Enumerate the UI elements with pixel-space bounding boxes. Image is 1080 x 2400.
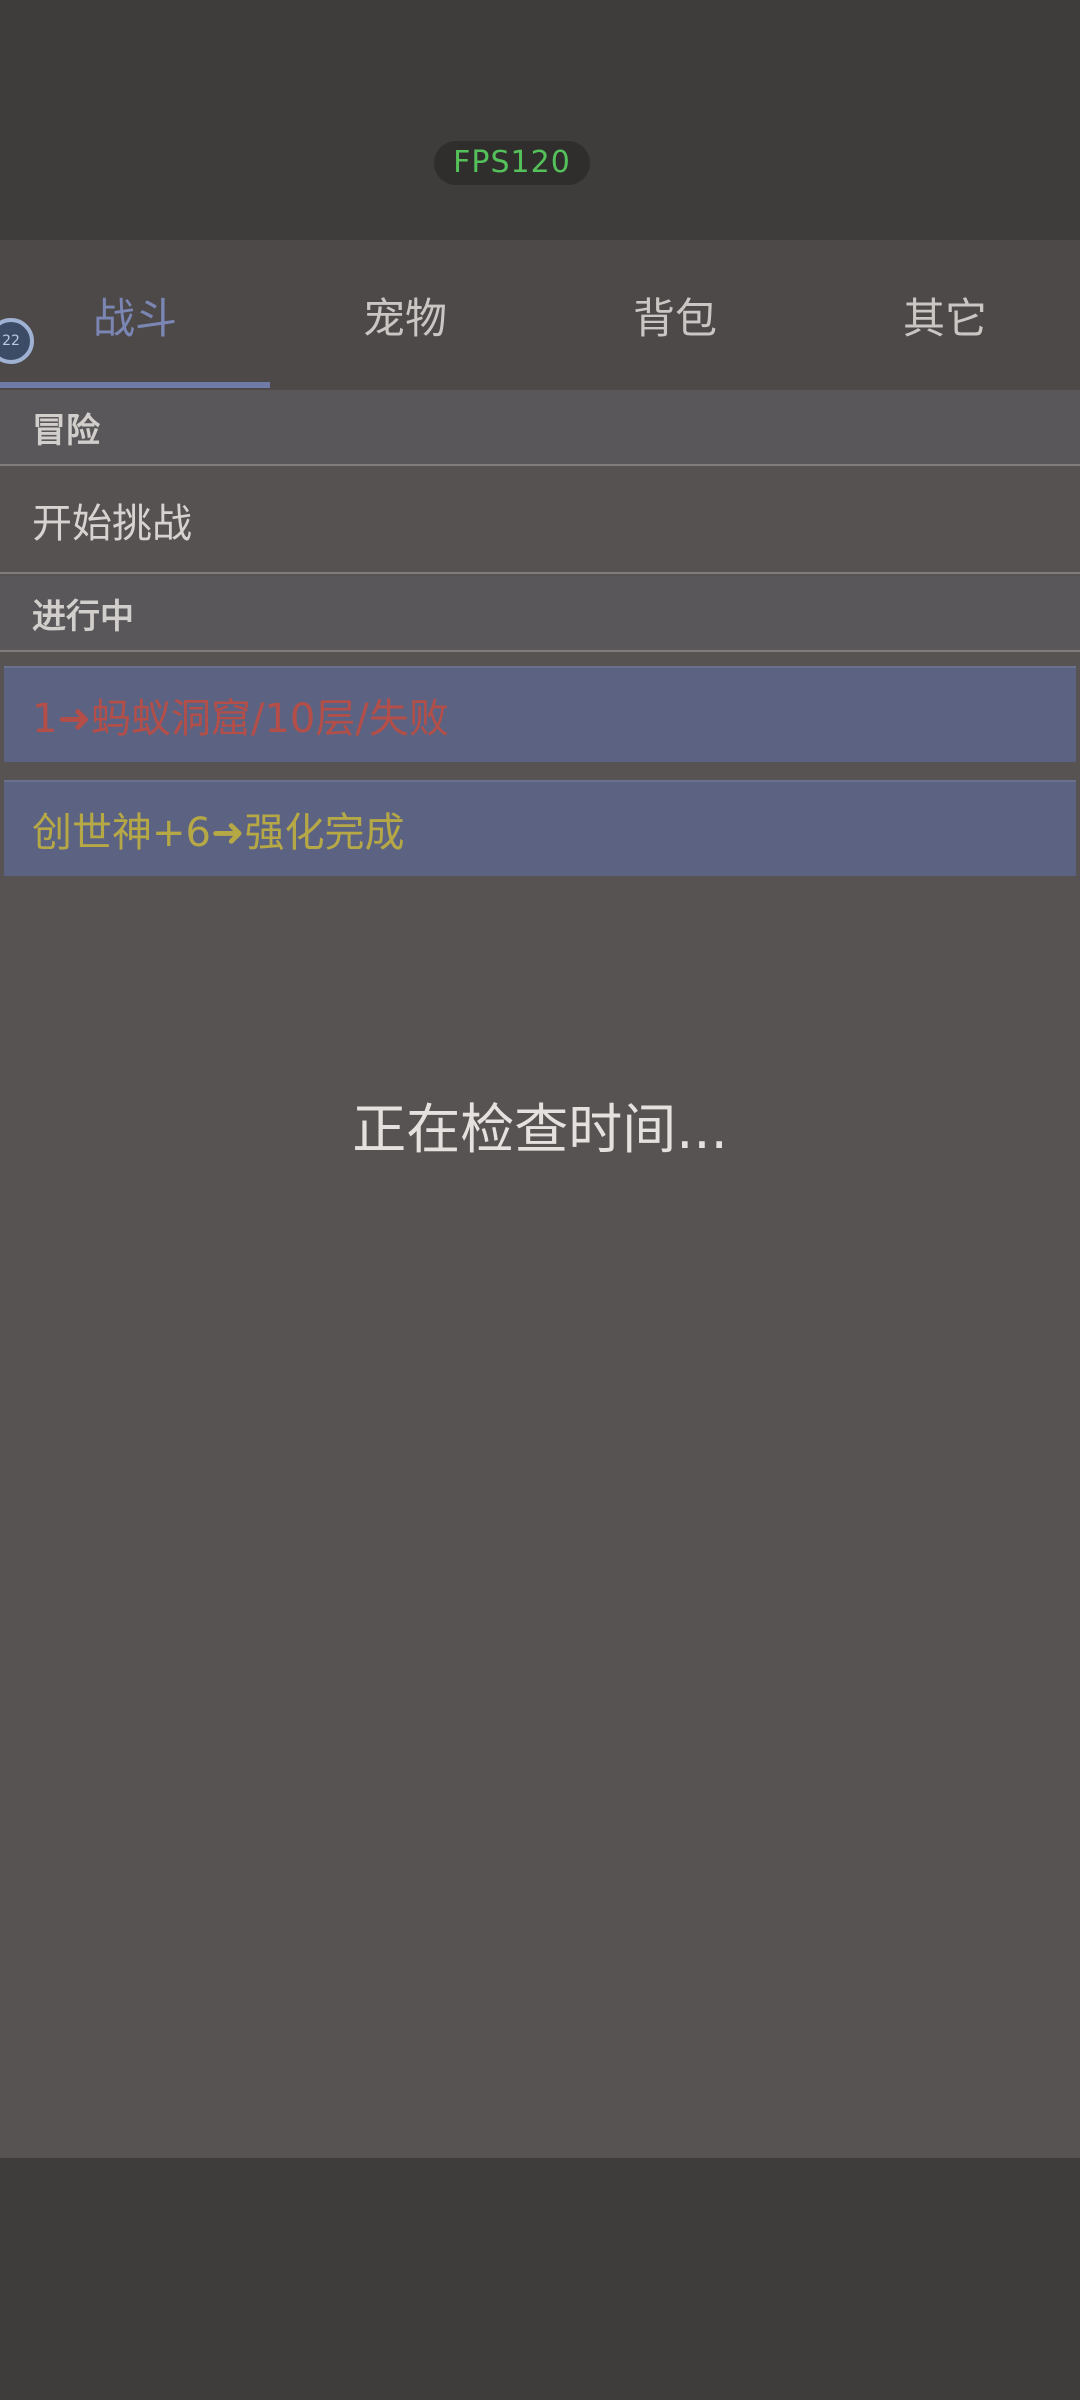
status-message: 正在检查时间... bbox=[352, 1098, 728, 1161]
main-panel: 战斗 宠物 背包 其它 22 冒险 开始挑战 进行中 1➜蚂蚁洞窟/10层/失败… bbox=[0, 240, 1080, 2158]
section-header-in-progress: 进行中 bbox=[0, 576, 1080, 652]
tab-other[interactable]: 其它 bbox=[810, 240, 1080, 390]
section-header-adventure: 冒险 bbox=[0, 390, 1080, 466]
bottom-bar bbox=[0, 2158, 1080, 2400]
start-challenge-button[interactable]: 开始挑战 bbox=[0, 468, 1080, 574]
tab-inventory[interactable]: 背包 bbox=[540, 240, 810, 390]
active-tab-underline bbox=[0, 382, 270, 388]
top-bar: FPS120 bbox=[0, 0, 1080, 240]
tab-pets[interactable]: 宠物 bbox=[270, 240, 540, 390]
tab-bar: 战斗 宠物 背包 其它 22 bbox=[0, 240, 1080, 390]
task-item-ant-cave[interactable]: 1➜蚂蚁洞窟/10层/失败 bbox=[4, 666, 1076, 762]
fps-badge: FPS120 bbox=[434, 141, 590, 185]
tab-battle[interactable]: 战斗 bbox=[0, 240, 270, 390]
task-item-enhance[interactable]: 创世神+6➜强化完成 bbox=[4, 780, 1076, 876]
